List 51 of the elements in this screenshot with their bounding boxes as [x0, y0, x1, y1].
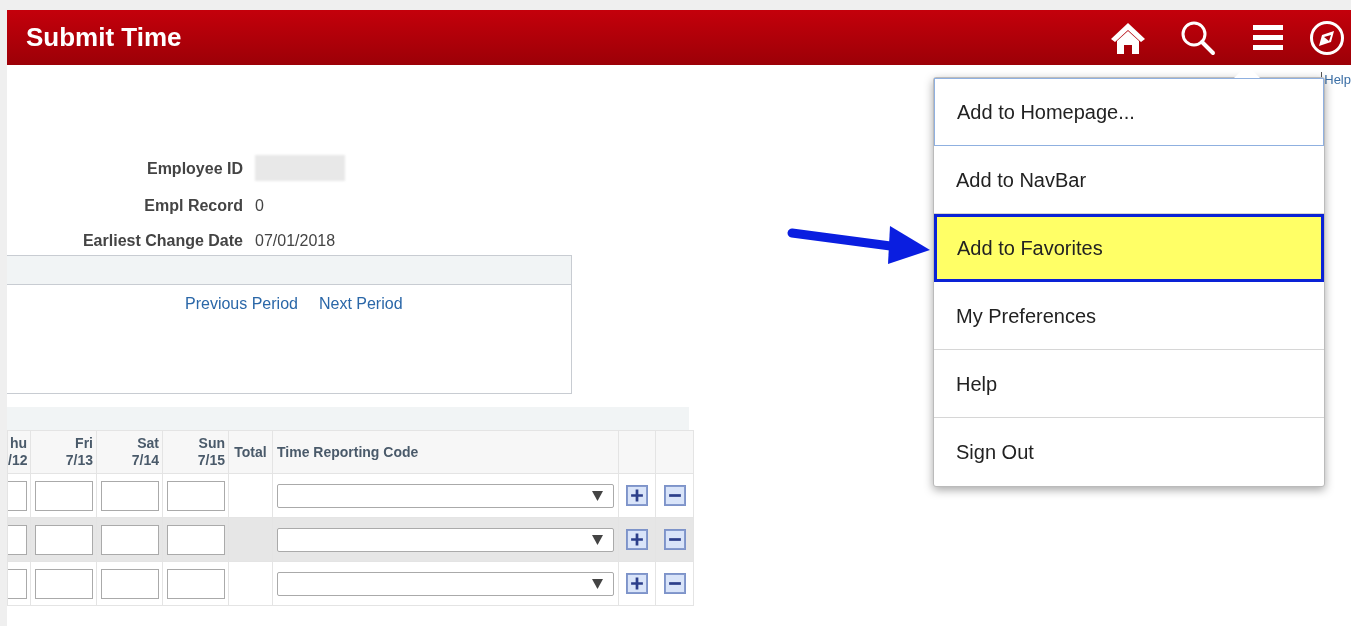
column-header: /12 — [8, 452, 27, 469]
field-value: 0 — [255, 196, 264, 215]
hours-field[interactable] — [166, 524, 225, 555]
hours-field[interactable] — [8, 480, 27, 511]
period-link[interactable]: Next Period — [318, 295, 403, 313]
column-header: 7/13 — [64, 452, 93, 469]
code-dropdown[interactable] — [277, 527, 614, 552]
add-row-button[interactable] — [626, 529, 648, 550]
menu-item[interactable]: My Preferences — [934, 282, 1324, 350]
field-label: Employee ID — [145, 158, 243, 179]
caret-icon — [592, 534, 603, 545]
menu-item[interactable]: Add to Favorites — [934, 214, 1324, 282]
period-link[interactable]: Previous Period — [185, 295, 298, 313]
remove-row-button[interactable] — [663, 573, 686, 594]
column-header: Sun — [197, 435, 225, 452]
search-icon[interactable] — [1180, 19, 1216, 56]
menu-item[interactable]: Help — [934, 350, 1324, 418]
hours-field[interactable] — [100, 480, 159, 511]
add-row-button[interactable] — [626, 573, 648, 594]
compass-icon[interactable] — [1309, 19, 1345, 56]
column-header: Sat — [136, 435, 159, 452]
column-header: 7/14 — [130, 452, 159, 469]
column-header: hu — [8, 435, 27, 452]
remove-row-button[interactable] — [663, 485, 686, 506]
column-header: Time Reporting Code — [277, 443, 420, 461]
caret-icon — [592, 490, 603, 501]
hours-field[interactable] — [166, 568, 225, 599]
menu-item[interactable]: Add to Homepage... — [934, 78, 1324, 146]
hours-field[interactable] — [100, 568, 159, 599]
hours-field[interactable] — [34, 524, 93, 555]
hours-field[interactable] — [34, 568, 93, 599]
menu-icon[interactable] — [1253, 23, 1283, 52]
caret-icon — [592, 578, 603, 589]
field-label: Earliest Change Date — [81, 231, 243, 251]
column-header: 7/15 — [196, 452, 225, 469]
home-icon[interactable] — [1110, 20, 1146, 55]
code-dropdown[interactable] — [277, 571, 614, 596]
hours-field[interactable] — [166, 480, 225, 511]
field-value: 07/01/2018 — [255, 231, 336, 250]
hours-field[interactable] — [34, 480, 93, 511]
page-title: Submit Time — [26, 22, 183, 53]
code-dropdown[interactable] — [277, 483, 614, 508]
hours-field[interactable] — [100, 524, 159, 555]
hours-field[interactable] — [8, 568, 27, 599]
column-header: Total — [233, 443, 268, 461]
hours-field[interactable] — [8, 524, 27, 555]
add-row-button[interactable] — [626, 485, 648, 506]
column-header: Fri — [74, 435, 93, 452]
menu-item[interactable]: Sign Out — [934, 418, 1324, 486]
remove-row-button[interactable] — [663, 529, 686, 550]
field-label: Empl Record — [143, 196, 243, 216]
